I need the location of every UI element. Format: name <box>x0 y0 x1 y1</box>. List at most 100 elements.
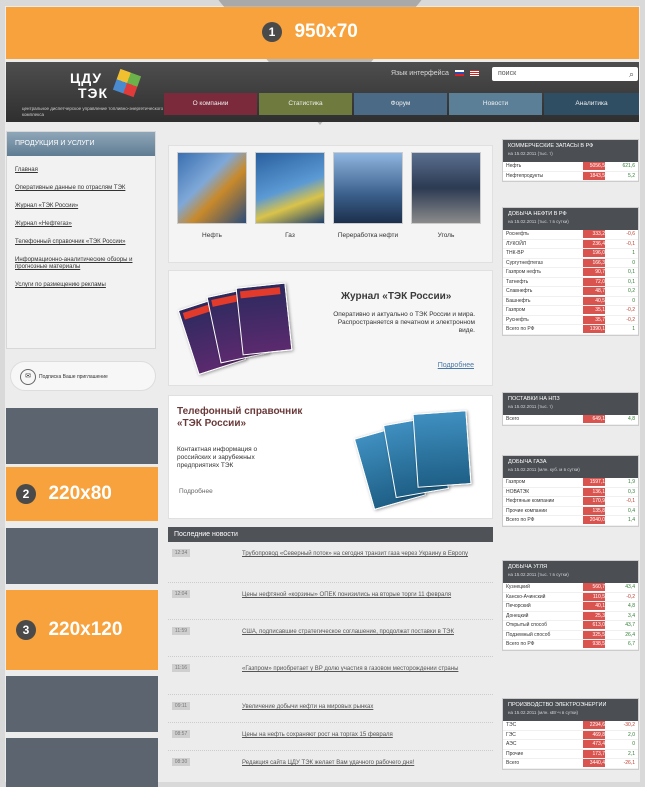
row-change: -0,2 <box>626 593 635 600</box>
widget-row: Газпром 1597,1 1,9 <box>503 478 638 488</box>
sidebar-link-journal-tek[interactable]: Журнал «ТЭК России» <box>15 203 147 210</box>
news-title[interactable]: США, подписавшие стратегическое соглашен… <box>242 627 482 637</box>
widget-header[interactable]: ДОБЫЧА ГАЗА на 15.02.2011 (млн. куб. м в … <box>503 456 638 478</box>
row-value: 35,7 <box>583 315 605 324</box>
ad-placeholder[interactable] <box>6 408 158 464</box>
row-label: Открытый способ <box>506 622 547 628</box>
row-label: Нефтяные компании <box>506 498 555 504</box>
news-title[interactable]: «Газпром» приобретает у ВР долю участия … <box>242 664 482 674</box>
ad-size-label: 950x70 <box>294 21 358 42</box>
category-oil[interactable]: Нефть <box>177 152 247 240</box>
news-title[interactable]: Трубопровод «Северный поток» на сегодня … <box>242 549 482 559</box>
nav-tab-news[interactable]: Новости <box>449 93 542 115</box>
phonebook-covers-image[interactable] <box>353 404 484 514</box>
flag-english-icon[interactable] <box>469 70 479 77</box>
row-change: 0,3 <box>628 488 635 495</box>
category-gas[interactable]: Газ <box>255 152 325 240</box>
site-logo[interactable]: ЦДУ ТЭК центральное диспетчерское управл… <box>22 68 163 118</box>
row-change: 0,1 <box>628 269 635 275</box>
nav-tab-analytics[interactable]: Аналитика <box>544 93 639 115</box>
ad-size-label: 220x80 <box>48 483 112 504</box>
widget-row: Сургутнефтегаз 166,3 0 <box>503 258 638 268</box>
row-label: Роснефть <box>506 231 529 237</box>
news-title[interactable]: Цены на нефть сохраняют рост на торгах 1… <box>242 730 482 740</box>
widget-row: Роснефть 333,2 -0,6 <box>503 230 638 240</box>
envelope-icon: ✉ <box>20 369 36 385</box>
nav-tab-about[interactable]: О компании <box>164 93 257 115</box>
sidebar-link-journal-neftegaz[interactable]: Журнал «Нефтегаз» <box>15 221 147 228</box>
sidebar-link-phonebook[interactable]: Телефонный справочник «ТЭК России» <box>15 239 147 246</box>
news-date: 08:57 <box>172 730 190 738</box>
news-item[interactable]: 12:04 Цены нефтяной «корзины» ОПЕК пониз… <box>168 590 493 612</box>
side-ad-banner-2[interactable]: 2 220x80 <box>6 467 158 521</box>
widget-header[interactable]: ПОСТАВКИ НА НПЗ на 15.02.2011 (тыс. т) <box>503 393 638 415</box>
row-value: 2294,6 <box>583 721 605 729</box>
phonebook-promo: Телефонный справочник «ТЭК России» Конта… <box>168 395 493 519</box>
phonebook-more-link[interactable]: Подробнее <box>179 488 213 495</box>
category-coal[interactable]: Уголь <box>411 152 481 240</box>
widget-header[interactable]: ДОБЫЧА НЕФТИ В РФ на 15.02.2011 (тыс. т в… <box>503 208 638 230</box>
row-change: 6,7 <box>628 641 635 647</box>
sidebar-link-operational-data[interactable]: Оперативные данные по отраслям ТЭК <box>15 185 147 192</box>
ad-number-badge: 2 <box>16 484 36 504</box>
news-title[interactable]: Цены нефтяной «корзины» ОПЕК понизились … <box>242 590 482 600</box>
widget-title: ПОСТАВКИ НА НПЗ <box>508 396 560 402</box>
news-date: 09:11 <box>172 702 190 710</box>
row-value: 333,2 <box>583 230 605 238</box>
refinery-image <box>333 152 403 224</box>
widget-header[interactable]: ПРОИЗВОДСТВО ЭЛЕКТРОЭНЕРГИИ на 15.02.2011… <box>503 699 638 721</box>
widget-subtitle: на 15.02.2011 (тыс. т в сутки) <box>508 219 569 224</box>
widget-header[interactable]: КОММЕРЧЕСКИЕ ЗАПАСЫ В РФ на 15.02.2011 (т… <box>503 140 638 162</box>
news-item[interactable]: 08:30 Редакция сайта ЦДУ ТЭК желает Вам … <box>168 758 493 770</box>
news-item[interactable]: 09:11 Увеличение добычи нефти на мировых… <box>168 702 493 714</box>
widget-row: Подземный способ 325,5 26,4 <box>503 630 638 640</box>
widget-row: ГЭС 469,8 2,0 <box>503 730 638 740</box>
sidebar-link-analytics[interactable]: Информационно-аналитические обзоры и про… <box>15 257 147 271</box>
nav-tab-statistics[interactable]: Статистика <box>259 93 352 115</box>
sidebar-title: ПРОДУКЦИЯ И УСЛУГИ <box>7 132 155 156</box>
widget-row: Кузнецкий 560,7 43,4 <box>503 583 638 593</box>
flag-russian-icon[interactable] <box>454 70 464 77</box>
side-ad-banner-3[interactable]: 3 220x120 <box>6 590 158 670</box>
nav-tab-forum[interactable]: Форум <box>354 93 447 115</box>
sidebar-link-home[interactable]: Главная <box>15 167 147 174</box>
invite-button[interactable]: ✉ Подписка Ваше приглашение <box>10 361 156 391</box>
category-refining[interactable]: Переработка нефти <box>333 152 403 240</box>
top-ad-banner[interactable]: 1 950x70 <box>6 7 639 59</box>
stats-widget: ДОБЫЧА НЕФТИ В РФ на 15.02.2011 (тыс. т в… <box>502 207 639 336</box>
row-value: 72,0 <box>583 277 605 286</box>
site-header: ЦДУ ТЭК центральное диспетчерское управл… <box>6 62 639 122</box>
news-title[interactable]: Увеличение добычи нефти на мировых рынка… <box>242 702 482 712</box>
news-divider <box>168 722 493 723</box>
oil-image <box>177 152 247 224</box>
row-value: 40,1 <box>583 602 605 610</box>
news-item[interactable]: 11:59 США, подписавшие стратегическое со… <box>168 627 493 649</box>
search-icon[interactable]: ⌕ <box>629 69 634 79</box>
news-title[interactable]: Редакция сайта ЦДУ ТЭК желает Вам удачно… <box>242 758 482 768</box>
news-item[interactable]: 08:57 Цены на нефть сохраняют рост на то… <box>168 730 493 742</box>
ad-size-label: 220x120 <box>48 619 123 640</box>
search-input[interactable]: поиск ⌕ <box>492 67 638 81</box>
row-value: 469,8 <box>583 730 605 739</box>
stats-widget: ПРОИЗВОДСТВО ЭЛЕКТРОЭНЕРГИИ на 15.02.2011… <box>502 698 639 770</box>
journal-more-link[interactable]: Подробнее <box>438 362 474 369</box>
ad-placeholder[interactable] <box>6 676 158 732</box>
row-label: Подземный способ <box>506 631 551 638</box>
logo-mark-icon <box>112 68 142 98</box>
widget-row: Канско-Ачинский 110,5 -0,2 <box>503 592 638 602</box>
journal-covers-image[interactable] <box>177 277 313 377</box>
ad-placeholder[interactable] <box>6 528 158 584</box>
news-item[interactable]: 12:34 Трубопровод «Северный поток» на се… <box>168 549 493 571</box>
ad-placeholder[interactable] <box>6 738 158 787</box>
row-change: 5,2 <box>628 172 635 179</box>
logo-text-line1: ЦДУ <box>70 70 103 86</box>
row-label: Всего по РФ <box>506 326 535 332</box>
widget-row: Башнефть 40,5 0 <box>503 296 638 306</box>
widget-row: Всего 3440,4 -26,1 <box>503 759 638 769</box>
row-change: 621,6 <box>622 163 635 169</box>
news-item[interactable]: 11:16 «Газпром» приобретает у ВР долю уч… <box>168 664 493 686</box>
widget-header[interactable]: ДОБЫЧА УГЛЯ на 15.02.2011 (тыс. т в сутки… <box>503 561 638 583</box>
sidebar-link-advertising[interactable]: Услуги по размещению рекламы <box>15 282 147 289</box>
row-value: 135,8 <box>583 506 605 515</box>
categories-panel: Нефть Газ Переработка нефти Уголь <box>168 145 493 263</box>
